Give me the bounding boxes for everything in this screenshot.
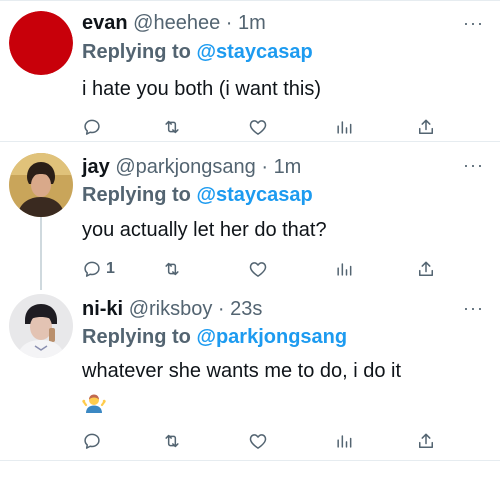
tweet-actions xyxy=(82,429,442,453)
replying-to-label: Replying to xyxy=(82,41,191,63)
retweet-icon xyxy=(162,259,182,279)
views-icon xyxy=(334,431,354,451)
tweet-text: i hate you both (i want this) xyxy=(82,78,322,100)
like-button[interactable] xyxy=(248,115,268,139)
user-handle[interactable]: @heehee xyxy=(133,12,220,34)
reply-count: 1 xyxy=(106,260,115,277)
share-icon xyxy=(416,117,436,137)
tweet-header: jay @parkjongsang · 1m xyxy=(82,154,301,180)
replying-to: Replying to @parkjongsang xyxy=(82,324,347,350)
share-button[interactable] xyxy=(416,257,436,281)
reply-button[interactable] xyxy=(82,429,106,453)
reply-button[interactable] xyxy=(82,115,106,139)
share-button[interactable] xyxy=(416,115,436,139)
tweet-header: evan @heehee · 1m xyxy=(82,10,266,36)
retweet-button[interactable] xyxy=(162,257,182,281)
separator-dot: · xyxy=(261,156,268,178)
tweet-actions xyxy=(82,115,442,139)
timestamp[interactable]: 1m xyxy=(238,12,266,34)
reply-icon xyxy=(82,117,102,137)
more-icon[interactable]: ··· xyxy=(463,14,484,32)
replying-to: Replying to @staycasap xyxy=(82,39,313,65)
like-icon xyxy=(248,117,268,137)
like-icon xyxy=(248,431,268,451)
replying-to-handle[interactable]: @parkjongsang xyxy=(196,326,347,348)
display-name[interactable]: ni-ki xyxy=(82,298,123,320)
avatar-ni-ki[interactable] xyxy=(9,294,73,358)
reply-icon xyxy=(82,259,102,279)
retweet-button[interactable] xyxy=(162,115,182,139)
like-icon xyxy=(248,259,268,279)
views-icon xyxy=(334,259,354,279)
replying-to-handle[interactable]: @staycasap xyxy=(196,184,312,206)
views-button[interactable] xyxy=(334,429,354,453)
separator-dot: · xyxy=(225,12,233,34)
retweet-button[interactable] xyxy=(162,429,182,453)
more-icon[interactable]: ··· xyxy=(463,299,484,317)
share-icon xyxy=(416,259,436,279)
divider xyxy=(0,460,500,461)
replying-to-handle[interactable]: @staycasap xyxy=(196,41,312,63)
user-handle[interactable]: @riksboy xyxy=(129,298,213,320)
share-icon xyxy=(416,431,436,451)
views-icon xyxy=(334,117,354,137)
replying-to: Replying to @staycasap xyxy=(82,182,313,208)
thread-connector xyxy=(40,214,42,290)
reply-button[interactable]: 1 xyxy=(82,257,115,281)
replying-to-label: Replying to xyxy=(82,184,191,206)
share-button[interactable] xyxy=(416,429,436,453)
tweet-actions: 1 xyxy=(82,257,442,281)
more-icon[interactable]: ··· xyxy=(463,156,484,174)
retweet-icon xyxy=(162,117,182,137)
retweet-icon xyxy=(162,431,182,451)
like-button[interactable] xyxy=(248,257,268,281)
views-button[interactable] xyxy=(334,115,354,139)
views-button[interactable] xyxy=(334,257,354,281)
avatar-evan[interactable] xyxy=(9,11,73,75)
like-button[interactable] xyxy=(248,429,268,453)
timestamp[interactable]: 1m xyxy=(274,156,302,178)
tweet-header: ni-ki @riksboy · 23s xyxy=(82,296,262,322)
user-handle[interactable]: @parkjongsang xyxy=(115,156,255,178)
reply-icon xyxy=(82,431,102,451)
display-name[interactable]: evan xyxy=(82,12,128,34)
tweet-text: you actually let her do that? xyxy=(82,219,327,241)
tweet-text: whatever she wants me to do, i do it xyxy=(82,360,402,382)
replying-to-label: Replying to xyxy=(82,326,191,348)
separator-dot: · xyxy=(217,298,225,320)
timestamp[interactable]: 23s xyxy=(230,298,262,320)
avatar-jay[interactable] xyxy=(9,153,73,217)
person-shrugging-emoji xyxy=(82,391,106,415)
display-name[interactable]: jay xyxy=(82,156,110,178)
